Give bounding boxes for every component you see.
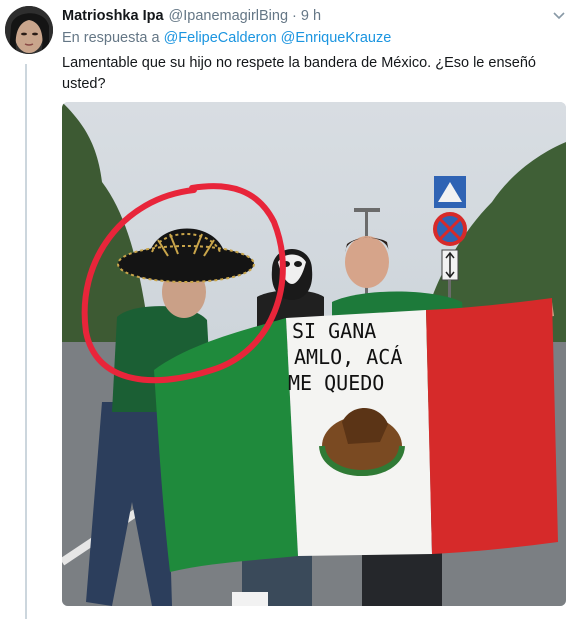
display-name[interactable]: Matrioshka Ipa: [62, 8, 164, 24]
tweet-header: Matrioshka Ipa @IpanemagirlBing · 9 h: [62, 6, 569, 26]
photo-scene: SI GANA AMLO, ACÁ ME QUEDO: [62, 102, 566, 606]
user-handle[interactable]: @IpanemagirlBing: [169, 8, 289, 24]
flag-text-line-1: SI GANA: [292, 319, 376, 343]
masked-person-shoes: [232, 592, 268, 606]
reply-context: En respuesta a @FelipeCalderon @EnriqueK…: [62, 30, 391, 46]
mention-link-felipecalderon[interactable]: @FelipeCalderon: [164, 30, 277, 46]
flag-text-line-2: AMLO, ACÁ: [294, 345, 402, 369]
person-right-face: [345, 236, 389, 288]
separator-dot: ·: [292, 8, 297, 24]
timestamp[interactable]: 9 h: [301, 8, 321, 24]
thread-line: [25, 64, 27, 619]
mention-link-enriquekrauze[interactable]: @EnriqueKrauze: [281, 30, 392, 46]
avatar-image: [5, 6, 53, 54]
flag-red-stripe: [426, 298, 558, 554]
reply-prefix: En respuesta a: [62, 30, 160, 46]
tweet-photo[interactable]: SI GANA AMLO, ACÁ ME QUEDO: [62, 102, 566, 606]
tweet-text: Lamentable que su hijo no respete la ban…: [62, 55, 536, 92]
avatar[interactable]: [5, 6, 53, 54]
flag-text-line-3: ME QUEDO: [288, 371, 384, 395]
chevron-down-icon[interactable]: [551, 8, 567, 24]
